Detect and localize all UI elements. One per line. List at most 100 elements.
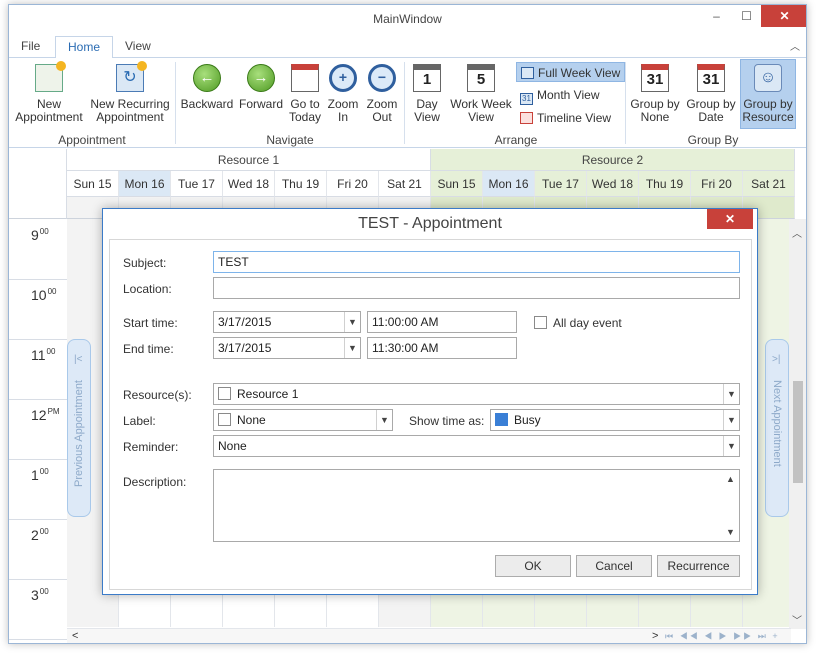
horizontal-scrollbar[interactable]: < > ⏮ ◀◀ ◀ ▶ ▶▶ ⏭ + − [67,628,791,643]
day-header[interactable]: Tue 17 [535,171,587,197]
timeline-view-button[interactable]: Timeline View [516,108,615,128]
resource-checkbox-icon[interactable] [218,387,231,400]
tab-view[interactable]: View [125,39,151,53]
chevron-down-icon[interactable]: ▼ [723,436,739,456]
start-time-field[interactable]: 11:00:00 AM [367,311,517,333]
start-time-label: Start time: [123,316,178,330]
forward-button[interactable]: → Forward [236,64,286,111]
end-date-value: 3/17/2015 [218,341,272,355]
scroll-down-icon[interactable]: ▼ [726,527,735,537]
scroll-right-icon[interactable]: > [652,630,658,642]
location-field[interactable] [213,277,740,299]
chevron-down-icon[interactable]: ▼ [344,338,360,358]
day-header[interactable]: Wed 18 [223,171,275,197]
tab-home[interactable]: Home [55,36,114,60]
day-header[interactable]: Thu 19 [275,171,327,197]
resources-label: Resource(s): [123,388,192,402]
reminder-label: Reminder: [123,440,179,454]
group-by-date-button[interactable]: 31 Group by Date [684,64,738,124]
chevron-down-icon[interactable]: ▼ [723,384,739,404]
day-header[interactable]: Tue 17 [171,171,223,197]
ribbon-separator [404,62,405,144]
checkbox-icon[interactable] [534,316,547,329]
day-header[interactable]: Sat 21 [743,171,795,197]
day-header[interactable]: Fri 20 [327,171,379,197]
day-header[interactable]: Fri 20 [691,171,743,197]
zoom-in-button[interactable]: + Zoom In [325,64,361,124]
description-field[interactable]: ▲ ▼ [213,469,740,542]
tab-file[interactable]: File [21,39,40,53]
group-by-resource-button[interactable]: ☺ Group by Resource [740,59,796,129]
day-header[interactable]: Wed 18 [587,171,639,197]
day-header[interactable]: Mon 16 [483,171,535,197]
chevron-down-icon[interactable]: ▼ [344,312,360,332]
group-label-appointment: Appointment [58,133,126,147]
zoom-out-button[interactable]: − Zoom Out [364,64,400,124]
scroll-up-icon[interactable]: ▲ [726,474,735,484]
full-week-view-button[interactable]: Full Week View [516,62,626,82]
new-recurring-appointment-button[interactable]: ↻ New Recurring Appointment [89,61,171,124]
ok-button[interactable]: OK [495,555,571,577]
day-header[interactable]: Thu 19 [639,171,691,197]
day-header[interactable]: Sat 21 [379,171,431,197]
subject-field[interactable]: TEST [213,251,740,273]
time-label: 900 [31,227,49,243]
hour-divider [9,579,67,580]
month-view-button[interactable]: 31 Month View [516,85,603,105]
chevron-down-icon[interactable]: ▼ [376,410,392,430]
all-day-event-checkbox[interactable]: All day event [534,316,622,330]
calendar-31-icon: 31 [641,64,669,92]
date-navigation-icons[interactable]: ⏮ ◀◀ ◀ ▶ ▶▶ ⏭ + − [665,631,791,643]
day-view-button[interactable]: 1 Day View [409,64,445,124]
next-icon: >| [772,354,781,365]
start-date-picker[interactable]: 3/17/2015 ▼ [213,311,361,333]
scroll-left-icon[interactable]: < [72,630,78,642]
time-label: 1000 [31,287,57,303]
title-bar: MainWindow – ☐ ✕ [9,5,806,33]
timeline-icon [520,112,533,124]
month-view-label: Month View [537,88,600,102]
close-button[interactable]: ✕ [761,5,806,27]
zoom-out-label: Zoom Out [366,97,398,124]
previous-icon: |< [74,354,83,365]
collapse-ribbon-icon[interactable]: ︿ [790,38,800,53]
label-value: None [237,413,266,427]
end-time-field[interactable]: 11:30:00 AM [367,337,517,359]
work-week-view-label: Work Week View [450,97,512,124]
next-appointment-label: Next Appointment [771,380,783,467]
resources-value: Resource 1 [237,387,299,401]
previous-appointment-button[interactable]: |< Previous Appointment [67,339,91,517]
show-time-as-combo[interactable]: Busy ▼ [490,409,740,431]
corner-cell [9,149,67,219]
scroll-thumb[interactable] [793,381,803,483]
time-label: 100 [31,467,49,483]
main-window: MainWindow – ☐ ✕ File Home View ︿ New Ap… [8,4,807,644]
day-header[interactable]: Sun 15 [67,171,119,197]
backward-button[interactable]: ← Backward [179,64,235,111]
day-header[interactable]: Mon 16 [119,171,171,197]
location-label: Location: [123,282,172,296]
work-week-view-button[interactable]: 5 Work Week View [447,64,515,124]
recurrence-button[interactable]: Recurrence [657,555,740,577]
hour-divider [9,519,67,520]
appointment-dialog: TEST - Appointment ✕ Subject: TEST Locat… [102,208,758,595]
description-scrollbar[interactable]: ▲ ▼ [722,470,739,541]
next-appointment-button[interactable]: >| Next Appointment [765,339,789,517]
resources-combo[interactable]: Resource 1 ▼ [213,383,740,405]
end-date-picker[interactable]: 3/17/2015 ▼ [213,337,361,359]
timeline-view-label: Timeline View [537,111,612,125]
new-appointment-label: New Appointment [15,97,83,124]
reminder-combo[interactable]: None ▼ [213,435,740,457]
description-label: Description: [123,475,187,489]
cancel-button[interactable]: Cancel [576,555,652,577]
group-by-none-button[interactable]: 31 Group by None [628,64,682,124]
dialog-close-button[interactable]: ✕ [707,209,753,229]
vertical-scrollbar[interactable]: ︿ ﹀ [789,219,806,629]
go-to-today-button[interactable]: Go to Today [287,64,323,124]
new-appointment-button[interactable]: New Appointment [11,61,87,124]
chevron-down-icon[interactable]: ▼ [723,410,739,430]
label-combo[interactable]: None ▼ [213,409,393,431]
day-header[interactable]: Sun 15 [431,171,483,197]
scroll-up-icon[interactable]: ︿ [792,225,802,240]
scroll-down-icon[interactable]: ﹀ [792,612,802,627]
